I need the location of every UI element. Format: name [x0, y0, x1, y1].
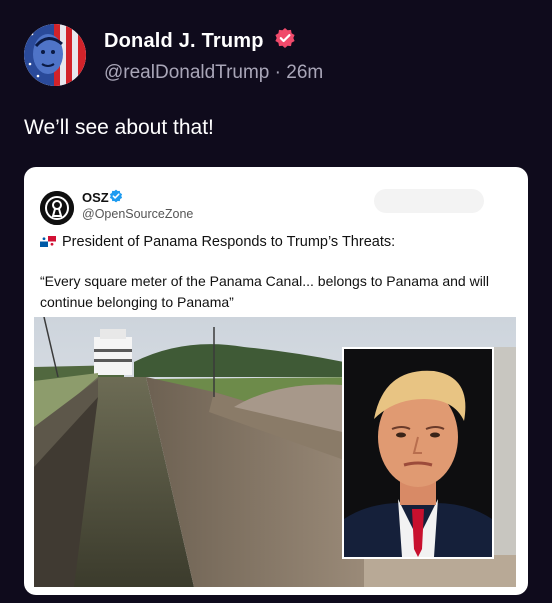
- quoted-verified-icon: [109, 189, 123, 203]
- post-time[interactable]: 26m: [286, 62, 323, 83]
- separator-dot: ·: [274, 62, 281, 83]
- quoted-image[interactable]: [34, 317, 516, 587]
- post-header: Donald J. Trump @realDonaldTrump · 26m: [24, 24, 524, 88]
- post-text: We’ll see about that!: [24, 116, 214, 139]
- quoted-headline-text: President of Panama Responds to Trump’s …: [62, 234, 396, 250]
- inset-portrait-photo: [342, 347, 494, 559]
- author-name[interactable]: Donald J. Trump: [104, 30, 264, 53]
- quoted-avatar[interactable]: [40, 191, 74, 225]
- quoted-author-name[interactable]: OSZ: [82, 190, 109, 205]
- quoted-author-handle[interactable]: @OpenSourceZone: [82, 207, 193, 221]
- blurred-region: [374, 189, 484, 213]
- quoted-headline: President of Panama Responds to Trump’s …: [40, 234, 395, 250]
- author-handle[interactable]: @realDonaldTrump: [104, 62, 269, 83]
- handle-line: @realDonaldTrump · 26m: [104, 62, 323, 84]
- quoted-post-card[interactable]: OSZ @OpenSourceZone President of Panama …: [24, 167, 528, 595]
- avatar[interactable]: [24, 24, 86, 86]
- verified-badge-icon: [274, 27, 296, 49]
- quoted-text: “Every square meter of the Panama Canal.…: [40, 273, 490, 310]
- panama-flag-icon: [40, 235, 56, 247]
